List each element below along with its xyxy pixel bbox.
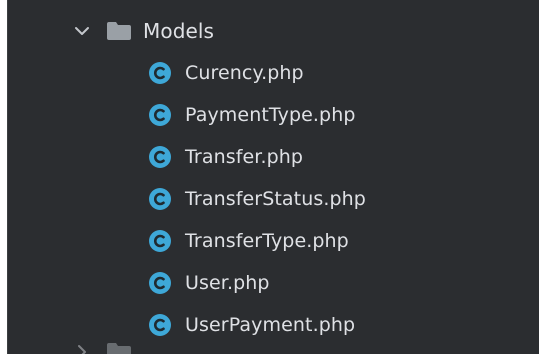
tree-file-item[interactable]: Curency.php: [148, 52, 304, 94]
project-tree-panel: Models Curency.php PaymentType.php Trans…: [7, 0, 539, 354]
folder-label: Models: [143, 19, 215, 43]
php-class-icon: [148, 61, 172, 85]
file-label: UserPayment.php: [185, 314, 356, 336]
file-label: PaymentType.php: [185, 104, 356, 126]
tree-file-item[interactable]: Transfer.php: [148, 136, 303, 178]
file-label: User.php: [185, 272, 270, 294]
file-label: Curency.php: [185, 62, 304, 84]
file-label: Transfer.php: [185, 146, 304, 168]
folder-icon: [106, 342, 132, 354]
chevron-down-icon[interactable]: [72, 21, 92, 41]
php-class-icon: [148, 187, 172, 211]
tree-file-item[interactable]: PaymentType.php: [148, 94, 356, 136]
tree-file-item[interactable]: User.php: [148, 262, 270, 304]
tree-file-item[interactable]: UserPayment.php: [148, 304, 355, 346]
php-class-icon: [148, 271, 172, 295]
php-class-icon: [148, 229, 172, 253]
php-class-icon: [148, 103, 172, 127]
file-label: TransferStatus.php: [185, 188, 366, 210]
php-class-icon: [148, 145, 172, 169]
php-class-icon: [148, 313, 172, 337]
tree-file-item[interactable]: TransferStatus.php: [148, 178, 366, 220]
file-label: TransferType.php: [185, 230, 349, 252]
next-folder-row-partial[interactable]: [72, 340, 143, 354]
tree-file-item[interactable]: TransferType.php: [148, 220, 349, 262]
chevron-right-icon[interactable]: [72, 342, 92, 354]
folder-icon: [106, 21, 132, 41]
tree-folder-models[interactable]: Models: [72, 10, 214, 52]
bottom-crop-edge: [0, 354, 539, 361]
